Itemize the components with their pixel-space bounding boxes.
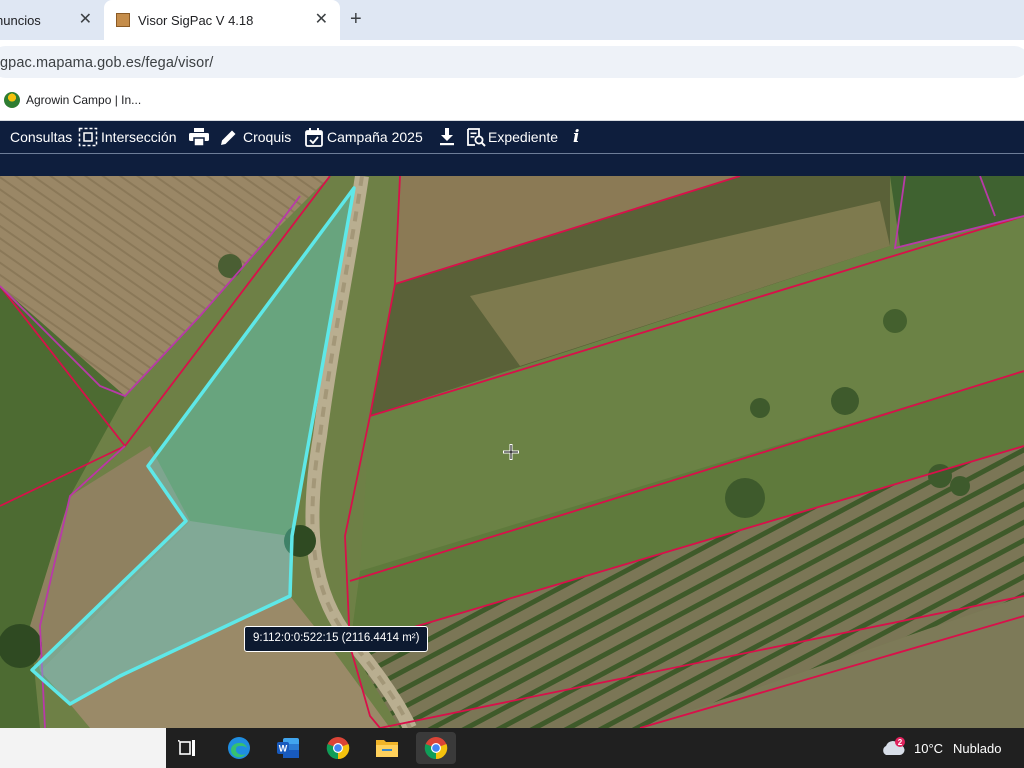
pencil-icon [221, 130, 236, 145]
word-button[interactable]: W [268, 732, 308, 764]
bookmarks-bar: Agrowin Campo | In... [0, 84, 1024, 121]
tool-download[interactable] [439, 121, 461, 153]
weather-widget[interactable]: 2 10°C Nublado [880, 728, 1001, 768]
taskbar-left-area [0, 728, 166, 768]
sigpac-favicon-icon [116, 13, 130, 27]
tool-print[interactable] [189, 121, 215, 153]
parcel-tooltip: 9:112:0:0:522:15 (2116.4414 m²) [244, 626, 429, 652]
tab-strip: nuncios ✕ Visor SigPac V 4.18 ✕ + [0, 0, 1024, 40]
weather-temperature: 10°C [914, 740, 944, 756]
tab-title: Visor SigPac V 4.18 [138, 12, 254, 28]
tool-interseccion[interactable]: Intersección [78, 121, 176, 153]
tab-visor-sigpac[interactable]: Visor SigPac V 4.18 ✕ [104, 0, 340, 40]
tool-expediente[interactable]: Expediente [467, 121, 558, 153]
chrome-button[interactable] [318, 732, 358, 764]
tree [883, 309, 907, 333]
tool-consultas[interactable]: Consultas [0, 121, 72, 153]
print-icon [189, 128, 209, 146]
download-icon [440, 128, 454, 146]
bookmark-agrowin[interactable]: Agrowin Campo | In... [4, 92, 141, 108]
close-icon[interactable]: ✕ [315, 11, 328, 29]
tree [725, 478, 765, 518]
info-circle-icon [0, 129, 4, 145]
file-explorer-button[interactable] [367, 732, 407, 764]
word-icon: W [277, 738, 299, 758]
svg-text:W: W [279, 744, 288, 754]
chrome-button-active[interactable] [416, 732, 456, 764]
crosshair-cursor-icon [503, 444, 519, 460]
chrome-icon [424, 737, 448, 760]
os-taskbar: W 2 10°C Nublado [0, 728, 1024, 768]
tool-label: i [573, 127, 580, 147]
file-explorer-icon [376, 740, 398, 757]
info-icon[interactable]: i [573, 121, 579, 153]
agrowin-icon [4, 92, 20, 108]
edge-icon [228, 737, 250, 759]
tool-label: Intersección [101, 129, 177, 145]
close-icon[interactable]: ✕ [79, 11, 92, 29]
chrome-icon [326, 737, 350, 760]
tool-croquis[interactable]: Croquis [220, 121, 291, 153]
tool-label: Croquis [243, 129, 292, 145]
app-toolbar: Consultas Intersección Croquis Campaña 2… [0, 121, 1024, 153]
toolbar-subbar [0, 153, 1024, 177]
weather-condition: Nublado [953, 740, 1002, 756]
calendar-check-icon [305, 127, 323, 147]
tool-label: Expediente [488, 129, 559, 145]
tab-title: nuncios [0, 12, 41, 28]
address-bar: gpac.mapama.gob.es/fega/visor/ [0, 40, 1024, 84]
intersection-icon [78, 127, 98, 147]
weather-badge: 2 [898, 738, 903, 747]
edge-button[interactable] [219, 732, 259, 764]
map-viewer[interactable]: 9:112:0:0:522:15 (2116.4414 m²) [0, 176, 1024, 728]
task-view-icon [178, 740, 195, 756]
tree [218, 254, 242, 278]
tool-label: Consultas [10, 129, 73, 145]
tree [950, 476, 970, 496]
bookmark-label: Agrowin Campo | In... [26, 93, 142, 107]
tree [831, 387, 859, 415]
tree [750, 398, 770, 418]
tool-campana[interactable]: Campaña 2025 [305, 121, 423, 153]
tool-label: Campaña 2025 [327, 129, 423, 145]
document-search-icon [467, 127, 486, 147]
task-view-button[interactable] [168, 732, 208, 764]
cloud-weather-icon: 2 [883, 737, 905, 755]
tree [0, 624, 42, 668]
tab-anuncios[interactable]: nuncios ✕ [0, 0, 102, 40]
url-text[interactable]: gpac.mapama.gob.es/fega/visor/ [0, 55, 213, 71]
new-tab-button[interactable]: + [350, 8, 362, 30]
